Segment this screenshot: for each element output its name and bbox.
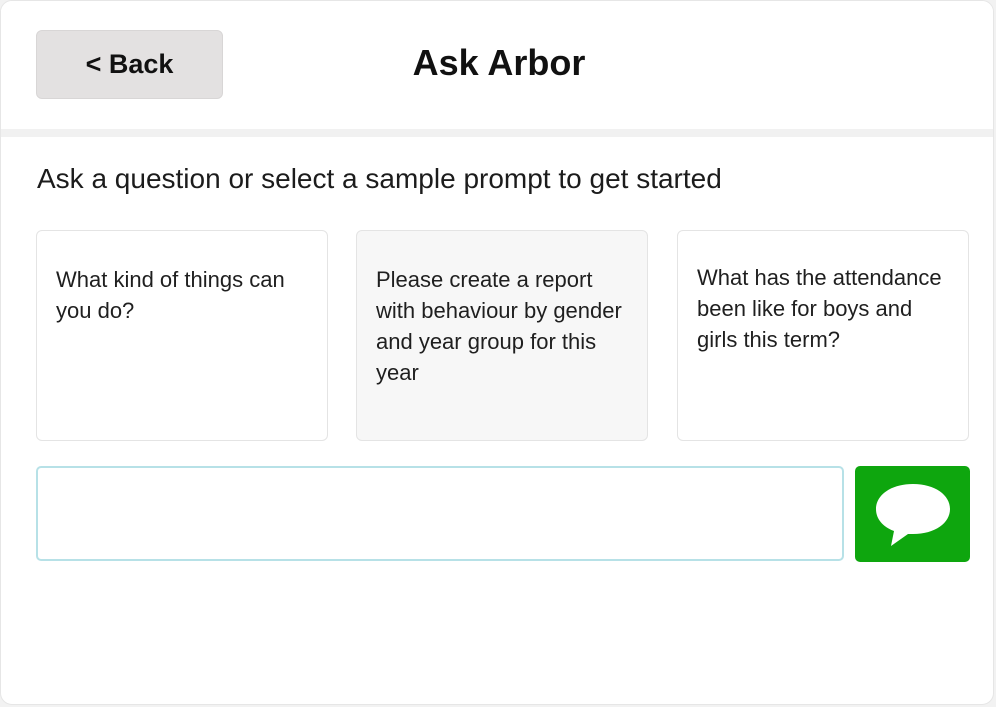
speech-bubble-icon [875,484,950,546]
sample-prompt-text: Please create a report with behaviour by… [376,267,622,385]
header-divider [1,129,993,137]
sample-prompt-text: What kind of things can you do? [56,267,285,323]
instruction-text: Ask a question or select a sample prompt… [37,163,722,194]
send-button[interactable] [855,466,970,562]
page-title: Ask Arbor [412,42,586,83]
sample-prompt-text: What has the attendance been like for bo… [697,265,942,352]
sample-prompt-card[interactable]: What has the attendance been like for bo… [677,230,969,441]
sample-prompt-card[interactable]: Please create a report with behaviour by… [356,230,648,441]
sample-prompt-card[interactable]: What kind of things can you do? [36,230,328,441]
header: < Back Ask Arbor [1,1,993,129]
question-input[interactable] [36,466,844,561]
ask-arbor-panel: < Back Ask Arbor Ask a question or selec… [0,0,994,705]
